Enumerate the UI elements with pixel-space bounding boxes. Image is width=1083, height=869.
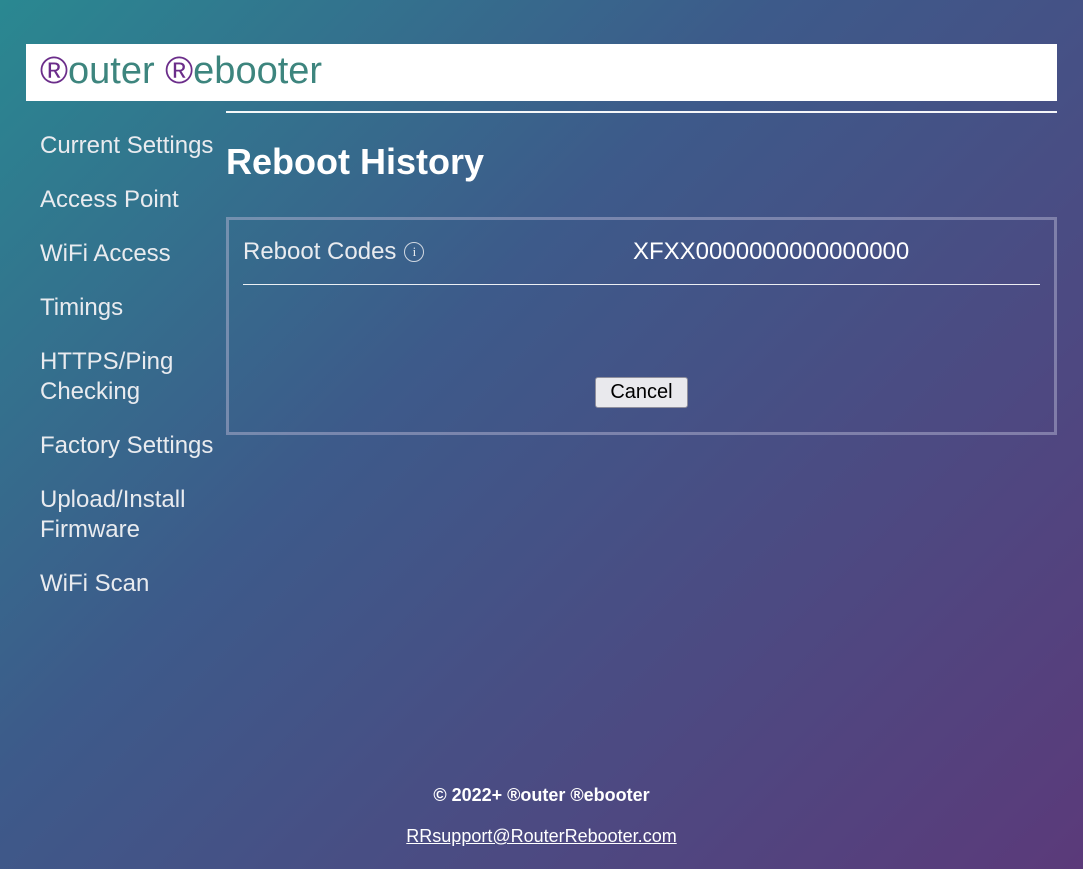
cancel-button[interactable]: Cancel	[595, 377, 687, 408]
info-icon[interactable]: i	[404, 242, 424, 262]
support-email-link[interactable]: RRsupport@RouterRebooter.com	[406, 826, 676, 846]
sidebar-item-access-point[interactable]: Access Point	[40, 185, 226, 215]
sidebar-item-upload-firmware[interactable]: Upload/Install Firmware	[40, 485, 226, 545]
brand-word-1: outer	[68, 50, 165, 92]
main-content: Reboot History Reboot Codes i XFXX000000…	[226, 101, 1057, 623]
sidebar-item-current-settings[interactable]: Current Settings	[40, 131, 226, 161]
divider	[226, 111, 1057, 113]
page-title: Reboot History	[226, 141, 1057, 183]
sidebar: Current Settings Access Point WiFi Acces…	[26, 101, 226, 623]
reboot-codes-label-text: Reboot Codes	[243, 238, 396, 266]
brand-reg-1: ®	[40, 50, 68, 92]
brand-reg-2: ®	[165, 50, 193, 92]
copyright-text: © 2022+ ®outer ®ebooter	[0, 785, 1083, 806]
sidebar-item-wifi-access[interactable]: WiFi Access	[40, 239, 226, 269]
reboot-codes-row: Reboot Codes i XFXX0000000000000000	[243, 238, 1040, 285]
sidebar-item-wifi-scan[interactable]: WiFi Scan	[40, 569, 226, 599]
brand-word-2: ebooter	[193, 50, 322, 92]
reboot-codes-label: Reboot Codes i	[243, 238, 633, 266]
footer: © 2022+ ®outer ®ebooter RRsupport@Router…	[0, 785, 1083, 847]
sidebar-item-timings[interactable]: Timings	[40, 293, 226, 323]
brand-title: ®outer ®ebooter	[40, 50, 322, 92]
sidebar-item-factory-settings[interactable]: Factory Settings	[40, 431, 226, 461]
button-row: Cancel	[243, 377, 1040, 408]
reboot-history-panel: Reboot Codes i XFXX0000000000000000 Canc…	[226, 217, 1057, 435]
reboot-codes-value: XFXX0000000000000000	[633, 238, 909, 266]
header-bar: ®outer ®ebooter	[26, 44, 1057, 101]
sidebar-item-https-ping[interactable]: HTTPS/Ping Checking	[40, 347, 226, 407]
